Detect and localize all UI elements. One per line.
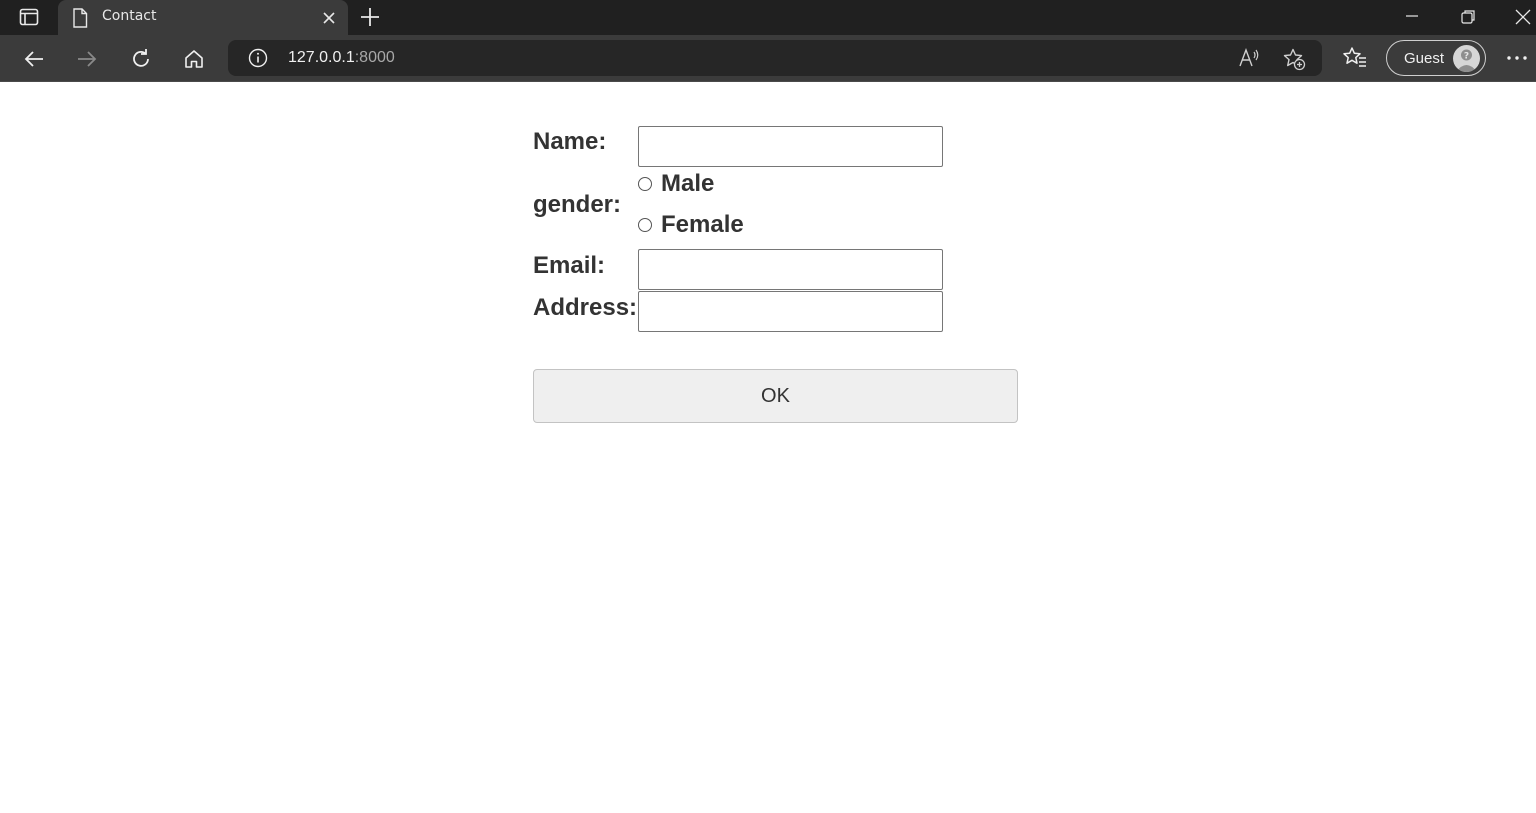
active-tab[interactable]: Contact [58, 0, 348, 35]
window-close-icon[interactable] [1511, 5, 1535, 29]
back-arrow-icon [24, 51, 43, 67]
avatar: ? [1453, 45, 1480, 72]
male-radio[interactable] [638, 177, 652, 191]
url-host: 127.0.0.1 [288, 49, 355, 66]
close-icon[interactable] [320, 9, 338, 27]
female-radio[interactable] [638, 218, 652, 232]
address-input[interactable] [638, 291, 943, 332]
more-icon[interactable] [1504, 45, 1530, 71]
minimize-icon[interactable] [1400, 5, 1424, 29]
back-button[interactable] [20, 45, 48, 73]
forward-arrow-icon [78, 51, 97, 67]
name-input[interactable] [638, 126, 943, 167]
name-label: Name: [533, 128, 607, 155]
gender-label: gender: [533, 191, 622, 218]
browser-toolbar: 127.0.0.1:8000 Guest ? [0, 35, 1536, 82]
forward-button[interactable] [73, 45, 101, 73]
email-label: Email: [533, 252, 606, 279]
tab-actions-button[interactable] [14, 4, 44, 30]
plus-icon[interactable] [358, 5, 382, 29]
tab-title: Contact [102, 8, 157, 24]
title-bar: Contact [0, 0, 1536, 35]
guest-avatar-icon: ? [1456, 49, 1477, 72]
email-input[interactable] [638, 249, 943, 290]
profile-label: Guest [1404, 50, 1445, 67]
favorites-icon[interactable] [1342, 45, 1368, 71]
home-icon [185, 50, 203, 68]
refresh-icon [133, 49, 149, 67]
url-text: 127.0.0.1:8000 [288, 49, 395, 67]
profile-button[interactable]: Guest ? [1386, 40, 1486, 76]
svg-text:?: ? [1464, 52, 1469, 62]
ok-button[interactable]: OK [533, 369, 1018, 423]
url-port: :8000 [354, 49, 395, 66]
star-plus-icon[interactable] [1282, 47, 1306, 71]
address-label: Address: [533, 294, 638, 321]
info-icon[interactable] [248, 48, 268, 68]
male-radio-label[interactable]: Male [661, 170, 714, 198]
address-bar[interactable]: 127.0.0.1:8000 [228, 40, 1322, 76]
restore-icon[interactable] [1456, 5, 1480, 29]
tab-actions-icon [19, 8, 39, 26]
refresh-button[interactable] [127, 45, 155, 73]
read-aloud-icon[interactable] [1238, 47, 1260, 69]
page-icon [73, 8, 88, 28]
home-button[interactable] [180, 45, 208, 73]
female-radio-label[interactable]: Female [661, 211, 744, 239]
